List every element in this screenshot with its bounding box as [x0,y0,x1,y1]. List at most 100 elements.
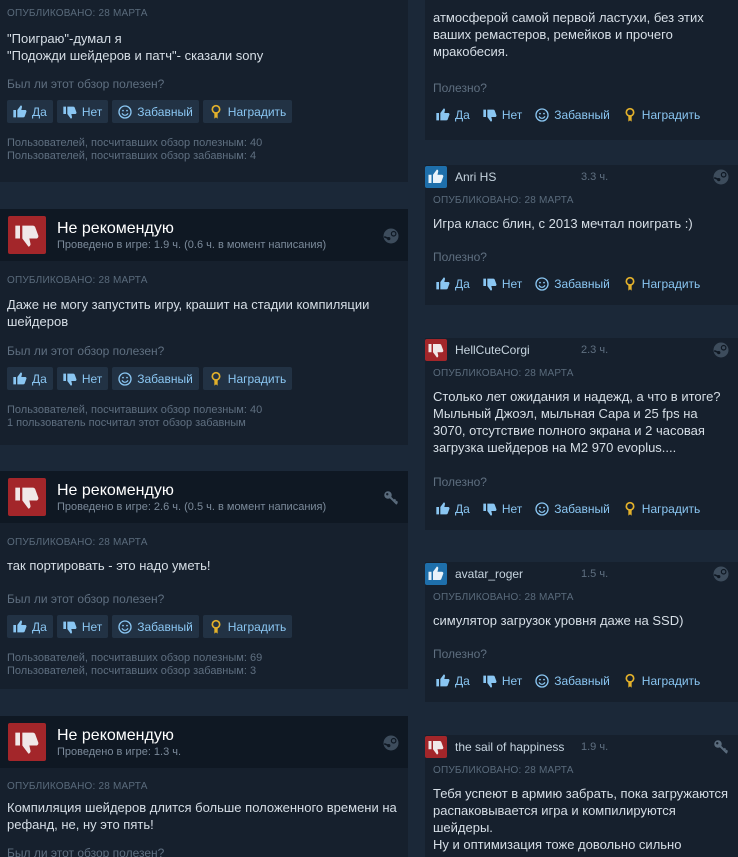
vote-funny-button[interactable]: Забавный [532,103,612,126]
vote-funny-button[interactable]: Забавный [532,272,612,295]
review-card: avatar_roger 1.5 ч. ОПУБЛИКОВАНО: 28 МАР… [425,562,738,702]
vote-yes-button[interactable]: Да [433,272,472,295]
vote-buttons: Да Нет Забавный Наградить [7,367,401,390]
smile-icon [117,619,133,635]
thumb-up-icon [435,107,451,123]
vote-yes-button[interactable]: Да [433,103,472,126]
helpful-question: Был ли этот обзор полезен? [7,77,165,91]
thumb-down-icon [482,501,498,517]
award-button[interactable]: Наградить [202,615,293,638]
helpful-question: Был ли этот обзор полезен? [7,344,165,358]
review-author-bar: HellCuteCorgi 2.3 ч. [425,338,738,362]
verdict-title[interactable]: Не рекомендую [57,726,181,745]
thumb-down-icon [13,483,41,511]
not-recommended-badge [425,339,447,361]
posted-date: ОПУБЛИКОВАНО: 28 МАРТА [433,765,574,776]
vote-buttons: Да Нет Забавный Наградить [433,103,730,126]
vote-funny-button[interactable]: Забавный [112,100,199,123]
vote-yes-button[interactable]: Да [7,367,53,390]
review-author-bar: avatar_roger 1.5 ч. [425,562,738,586]
vote-yes-button[interactable]: Да [7,100,53,123]
not-recommended-badge [8,216,46,254]
review-stats: Пользователей, посчитавших обзор полезны… [7,404,263,429]
review-header: Не рекомендую Проведено в игре: 2.6 ч. (… [0,471,408,523]
thumb-up-icon [435,673,451,689]
review-text: Тебя успеют в армию забрать, пока загруж… [433,786,729,852]
vote-no-button[interactable]: Нет [480,103,524,126]
not-recommended-badge [425,736,447,758]
steam-icon [382,227,400,245]
smile-icon [534,107,550,123]
helpful-question: Полезно? [433,475,487,489]
key-icon [712,738,730,756]
not-recommended-badge [8,723,46,761]
review-text: Компиляция шейдеров длится больше положе… [7,800,397,832]
posted-date: ОПУБЛИКОВАНО: 28 МАРТА [7,537,148,548]
review-text: Столько лет ожидания и надежд, а что в и… [433,389,721,455]
award-button[interactable]: Наградить [620,103,703,126]
thumb-down-icon [62,619,78,635]
vote-funny-button[interactable]: Забавный [532,669,612,692]
smile-icon [534,673,550,689]
review-text: Игра класс блин, с 2013 мечтал поиграть … [433,216,693,231]
author-name[interactable]: Anri HS [455,170,581,184]
posted-date: ОПУБЛИКОВАНО: 28 МАРТА [433,592,574,603]
vote-no-button[interactable]: Нет [480,669,524,692]
vote-buttons: Да Нет Забавный Наградить [433,272,730,295]
thumb-down-icon [482,107,498,123]
posted-date: ОПУБЛИКОВАНО: 28 МАРТА [433,368,574,379]
posted-date: ОПУБЛИКОВАНО: 28 МАРТА [7,8,148,19]
helpful-question: Был ли этот обзор полезен? [7,592,165,606]
author-name[interactable]: avatar_roger [455,567,581,581]
review-card: Anri HS 3.3 ч. ОПУБЛИКОВАНО: 28 МАРТА Иг… [425,165,738,305]
review-author-bar: Anri HS 3.3 ч. [425,165,738,189]
smile-icon [534,501,550,517]
award-button[interactable]: Наградить [202,367,293,390]
vote-no-button[interactable]: Нет [480,497,524,520]
thumb-up-icon [12,104,28,120]
posted-date: ОПУБЛИКОВАНО: 28 МАРТА [7,275,148,286]
thumb-up-icon [12,371,28,387]
author-name[interactable]: the sail of happiness [455,740,581,754]
award-button[interactable]: Наградить [620,272,703,295]
vote-yes-button[interactable]: Да [433,669,472,692]
vote-funny-button[interactable]: Забавный [532,497,612,520]
thumb-down-icon [482,673,498,689]
not-recommended-badge [8,478,46,516]
helpful-question: Полезно? [433,81,487,95]
verdict-title[interactable]: Не рекомендую [57,219,326,238]
vote-yes-button[interactable]: Да [433,497,472,520]
smile-icon [117,371,133,387]
thumb-up-icon [427,168,445,186]
steam-icon [712,341,730,359]
verdict-title[interactable]: Не рекомендую [57,481,326,500]
vote-no-button[interactable]: Нет [480,272,524,295]
vote-no-button[interactable]: Нет [56,367,109,390]
review-stats: Пользователей, посчитавших обзор полезны… [7,652,263,677]
award-button[interactable]: Наградить [620,497,703,520]
review-header: Не рекомендую Проведено в игре: 1.9 ч. (… [0,209,408,261]
award-button[interactable]: Наградить [202,100,293,123]
thumb-down-icon [13,221,41,249]
helpful-question: Полезно? [433,250,487,264]
playtime: 1.5 ч. [581,568,609,580]
vote-no-button[interactable]: Нет [56,615,109,638]
author-name[interactable]: HellCuteCorgi [455,343,581,357]
vote-no-button[interactable]: Нет [56,100,109,123]
recommended-badge [425,166,447,188]
vote-yes-button[interactable]: Да [7,615,53,638]
review-text: атмосферой самой первой ластухи, без эти… [433,10,704,59]
review-header: Не рекомендую Проведено в игре: 1.3 ч. [0,716,408,768]
vote-funny-button[interactable]: Забавный [112,615,199,638]
award-icon [208,619,224,635]
vote-buttons: Да Нет Забавный Наградить [433,497,730,520]
award-icon [208,104,224,120]
award-button[interactable]: Наградить [620,669,703,692]
vote-funny-button[interactable]: Забавный [112,367,199,390]
review-card: Не рекомендую Проведено в игре: 1.9 ч. (… [0,209,408,445]
award-icon [208,371,224,387]
review-author-bar: the sail of happiness 1.9 ч. [425,735,738,759]
award-icon [622,501,638,517]
review-text: так портировать - это надо уметь! [7,558,211,573]
playtime: Проведено в игре: 1.3 ч. [57,746,182,758]
